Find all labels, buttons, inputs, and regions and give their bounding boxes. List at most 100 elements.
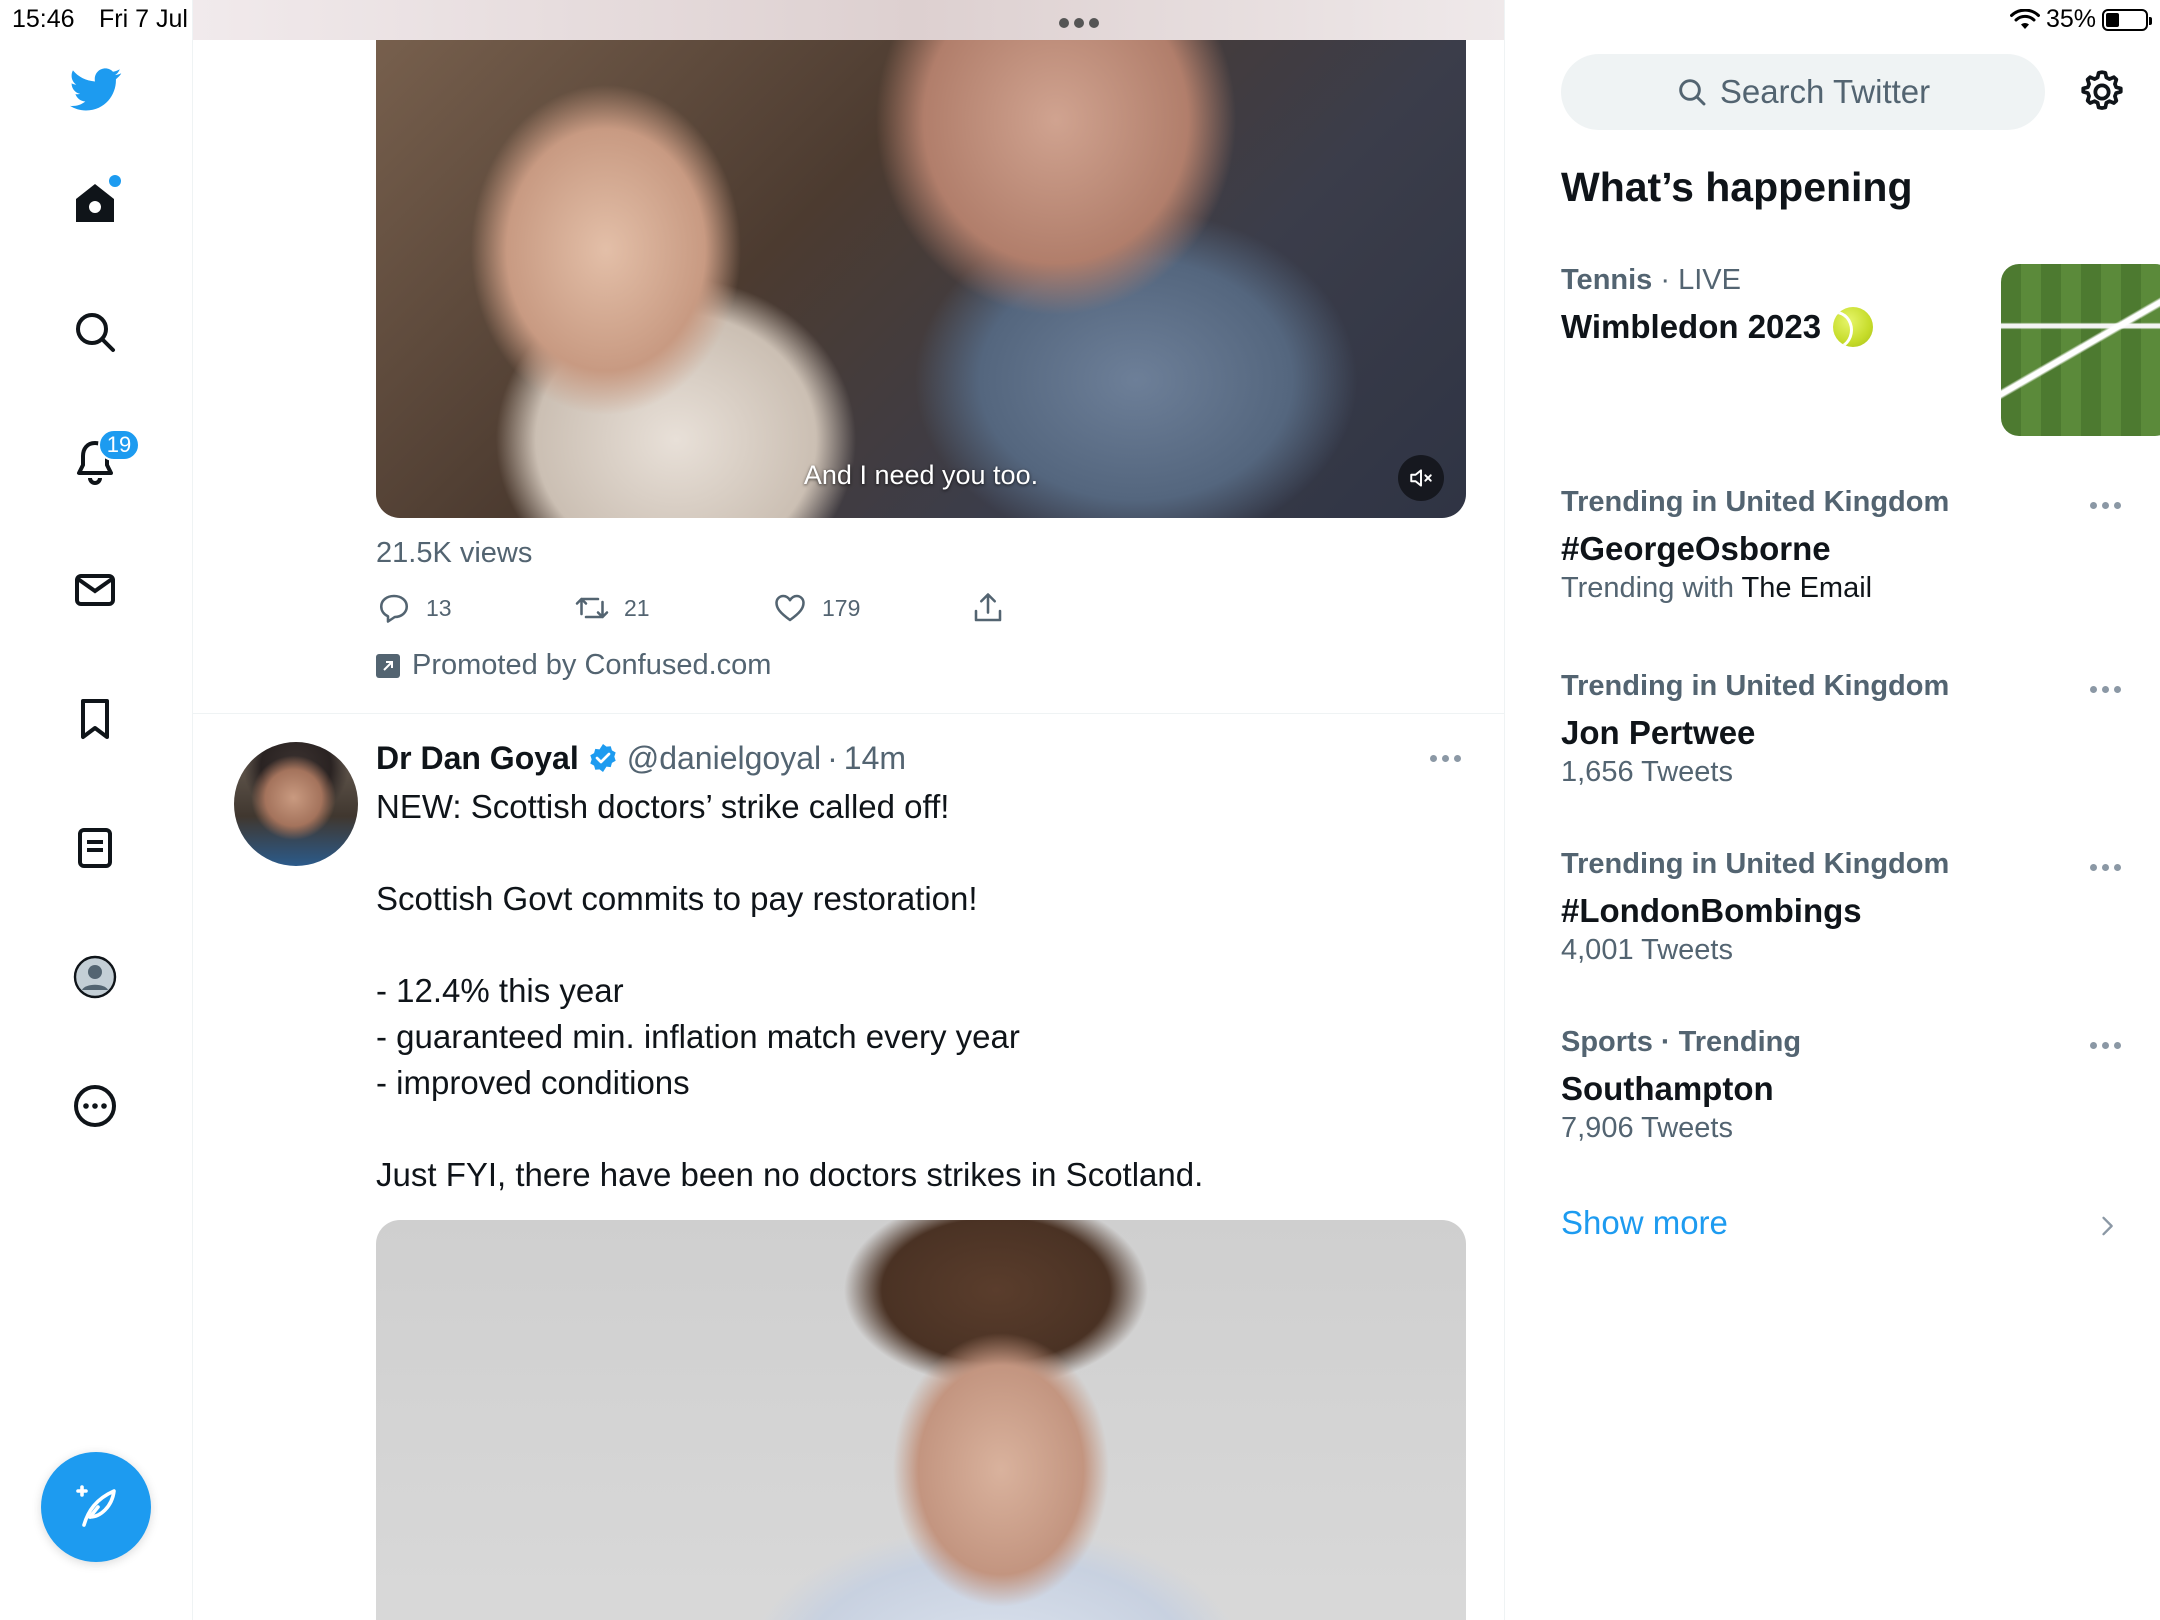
trend-sub-prefix: Trending with (1561, 572, 1742, 604)
search-icon (76, 313, 115, 352)
view-count: 21.5K views (376, 537, 533, 569)
twitter-bird-icon (69, 68, 122, 111)
tweet-header: Dr Dan Goyal @danielgoyal · 14m (376, 737, 906, 779)
search-box[interactable]: Search Twitter (1561, 54, 2045, 130)
tweet-actions: 13 21 179 (376, 590, 1076, 630)
tweet-photo[interactable] (376, 1220, 1466, 1620)
wimbledon-thumbnail (2001, 264, 2160, 436)
trend-context: Trending in United Kingdom (1561, 670, 2121, 710)
right-sidebar: Search Twitter What’s happening Tennis ·… (1505, 0, 2160, 1620)
trend-category: Sports · Trending (1561, 1026, 1802, 1058)
trend-more-button[interactable] (2090, 686, 2121, 693)
tweet-line-blank (376, 1106, 1456, 1152)
tweet-line: NEW: Scottish doctors’ strike called off… (376, 788, 950, 825)
trend-title-text: Wimbledon 2023 (1561, 308, 1822, 345)
author-avatar[interactable] (234, 742, 358, 866)
trend-more-button[interactable] (2090, 502, 2121, 509)
tweet-line: Just FYI, there have been no doctors str… (376, 1156, 1204, 1193)
trend-item[interactable]: Tennis · LIVE Wimbledon 2023 (1561, 264, 2160, 444)
tennis-ball-icon (1833, 307, 1874, 347)
share-button[interactable] (970, 590, 1006, 626)
trend-title: #GeorgeOsborne (1561, 530, 1831, 567)
nav-profile[interactable] (47, 929, 143, 1025)
tweet-text: NEW: Scottish doctors’ strike called off… (376, 784, 1456, 1198)
nav-notifications[interactable]: 19 (47, 413, 143, 509)
tweet-more-button[interactable] (1430, 755, 1461, 762)
tweet-line-blank (376, 830, 1456, 876)
like-count: 179 (822, 594, 861, 621)
settings-gear-icon[interactable] (2077, 67, 2127, 117)
tweet-line-blank (376, 922, 1456, 968)
bookmark-icon (81, 699, 109, 739)
trend-context: Trending in United Kingdom (1561, 848, 2121, 888)
trend-subtitle: Trending with The Email (1561, 572, 2121, 614)
trend-item[interactable]: Trending in United Kingdom #LondonBombin… (1561, 848, 2121, 976)
meta-separator: · (827, 739, 838, 776)
battery-percent: 35% (2045, 5, 2096, 33)
promoted-label: Promoted by Confused.com (412, 649, 772, 681)
battery-level (2106, 12, 2120, 27)
trend-more-button[interactable] (2090, 1042, 2121, 1049)
video-caption: And I need you too. (803, 460, 1039, 490)
status-time: 15:46 (12, 5, 75, 33)
list-icon (78, 828, 112, 868)
author-handle[interactable]: @danielgoyal (627, 740, 821, 777)
compose-tweet-icon (76, 1485, 116, 1527)
nav-home[interactable] (47, 155, 143, 251)
tweet-line: - improved conditions (376, 1064, 690, 1101)
retweet-button[interactable]: 21 (574, 590, 650, 626)
promoted-video[interactable]: And I need you too. (376, 0, 1466, 518)
trend-sub-link[interactable]: The Email (1742, 572, 1873, 604)
trend-title: #LondonBombings (1561, 892, 1862, 929)
tweet-line: Scottish Govt commits to pay restoration… (376, 880, 978, 917)
nav-bookmarks[interactable] (47, 671, 143, 767)
status-date: Fri 7 Jul (99, 5, 188, 33)
nav-messages[interactable] (47, 542, 143, 638)
trend-tweet-count: 1,656 Tweets (1561, 756, 1733, 788)
author-name[interactable]: Dr Dan Goyal (376, 740, 579, 777)
trend-title: Southampton (1561, 1070, 1774, 1107)
reply-count: 13 (426, 594, 452, 621)
tweet-line: - guaranteed min. inflation match every … (376, 1018, 1020, 1055)
twitter-logo[interactable] (47, 42, 143, 138)
like-button[interactable]: 179 (772, 590, 860, 626)
heart-icon (775, 594, 805, 622)
promoted-by[interactable]: Promoted by Confused.com (376, 649, 771, 682)
show-more-link[interactable]: Show more (1561, 1204, 1728, 1242)
profile-icon (73, 955, 117, 999)
trend-category: Tennis (1561, 264, 1653, 296)
timeline: And I need you too. 21.5K views 13 21 17… (193, 0, 1505, 1620)
reply-icon (379, 594, 409, 623)
mute-button[interactable] (1398, 455, 1444, 501)
wifi-icon (2009, 8, 2040, 29)
tweet-time[interactable]: 14m (844, 740, 906, 777)
more-circle-icon (74, 1085, 116, 1127)
battery-icon (2102, 8, 2152, 31)
left-nav: 19 (0, 0, 193, 1620)
nav-explore[interactable] (47, 284, 143, 380)
promoted-icon (376, 653, 400, 678)
notifications-count-badge: 19 (98, 429, 140, 461)
trend-context: Trending in United Kingdom (1561, 486, 2121, 526)
trend-category: Trending in United Kingdom (1561, 848, 1950, 880)
trend-tweet-count: 7,906 Tweets (1561, 1112, 1733, 1144)
trend-item[interactable]: Sports · Trending Southampton 7,906 Twee… (1561, 1026, 2121, 1154)
tweet-divider (193, 713, 1504, 714)
nav-more[interactable] (47, 1058, 143, 1154)
trend-live-label: · LIVE (1652, 264, 1741, 296)
nav-lists[interactable] (47, 800, 143, 896)
reply-button[interactable]: 13 (376, 590, 452, 626)
speaker-muted-icon (1410, 469, 1432, 487)
search-icon (1679, 79, 1706, 106)
chevron-right-icon[interactable] (2093, 1212, 2121, 1240)
trend-item[interactable]: Trending in United Kingdom #GeorgeOsborn… (1561, 486, 2121, 614)
retweet-icon (575, 597, 609, 619)
tweet-line: - 12.4% this year (376, 972, 624, 1009)
status-bar: 15:46 Fri 7 Jul 35% (0, 0, 2160, 40)
compose-tweet-button[interactable] (41, 1452, 151, 1562)
retweet-count: 21 (624, 594, 650, 621)
verified-badge-icon (590, 744, 616, 772)
trend-more-button[interactable] (2090, 864, 2121, 871)
trend-item[interactable]: Trending in United Kingdom Jon Pertwee 1… (1561, 670, 2121, 798)
share-icon (974, 593, 1002, 622)
